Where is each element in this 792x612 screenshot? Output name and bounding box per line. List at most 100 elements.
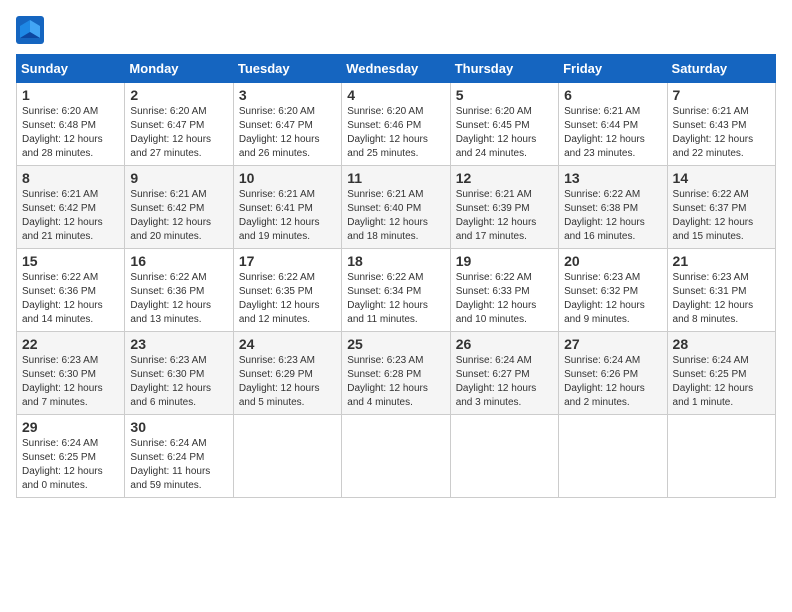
table-row: 26Sunrise: 6:24 AMSunset: 6:27 PMDayligh… (450, 332, 558, 415)
calendar-week-2: 8 Sunrise: 6:21 AMSunset: 6:42 PMDaylight… (17, 166, 776, 249)
table-row: 8 Sunrise: 6:21 AMSunset: 6:42 PMDaylight… (17, 166, 125, 249)
day-info: Sunrise: 6:20 AMSunset: 6:46 PMDaylight:… (347, 106, 428, 159)
table-row: 23 Sunrise: 6:23 AMSunset: 6:30 PMDayligh… (125, 332, 233, 415)
day-info: Sunrise: 6:20 AMSunset: 6:45 PMDaylight:… (456, 106, 537, 159)
table-row: 3 Sunrise: 6:20 AMSunset: 6:47 PMDaylight… (233, 83, 341, 166)
table-row: 17 Sunrise: 6:22 AMSunset: 6:35 PMDayligh… (233, 249, 341, 332)
col-sunday: Sunday (17, 55, 125, 83)
day-number: 4 (347, 87, 444, 103)
header-row: Sunday Monday Tuesday Wednesday Thursday… (17, 55, 776, 83)
day-info: Sunrise: 6:23 AMSunset: 6:28 PMDaylight:… (347, 355, 428, 408)
day-info: Sunrise: 6:21 AMSunset: 6:40 PMDaylight:… (347, 189, 428, 242)
day-number: 30 (130, 419, 227, 435)
table-row: 6Sunrise: 6:21 AMSunset: 6:44 PMDaylight… (559, 83, 667, 166)
table-row (233, 415, 341, 498)
day-number: 15 (22, 253, 119, 269)
table-row (342, 415, 450, 498)
col-tuesday: Tuesday (233, 55, 341, 83)
table-row: 22 Sunrise: 6:23 AMSunset: 6:30 PMDayligh… (17, 332, 125, 415)
day-number: 11 (347, 170, 444, 186)
day-number: 23 (130, 336, 227, 352)
col-friday: Friday (559, 55, 667, 83)
day-number: 14 (673, 170, 770, 186)
day-number: 10 (239, 170, 336, 186)
page-header (16, 16, 776, 44)
table-row: 21 Sunrise: 6:23 AMSunset: 6:31 PMDayligh… (667, 249, 775, 332)
day-number: 16 (130, 253, 227, 269)
day-info: Sunrise: 6:23 AMSunset: 6:31 PMDaylight:… (673, 272, 754, 325)
table-row (450, 415, 558, 498)
day-number: 29 (22, 419, 119, 435)
day-info: Sunrise: 6:21 AMSunset: 6:41 PMDaylight:… (239, 189, 320, 242)
col-thursday: Thursday (450, 55, 558, 83)
day-number: 13 (564, 170, 661, 186)
table-row (667, 415, 775, 498)
day-info: Sunrise: 6:22 AMSunset: 6:34 PMDaylight:… (347, 272, 428, 325)
day-info: Sunrise: 6:21 AMSunset: 6:44 PMDaylight:… (564, 106, 645, 159)
day-number: 27 (564, 336, 661, 352)
table-row: 20 Sunrise: 6:23 AMSunset: 6:32 PMDayligh… (559, 249, 667, 332)
table-row: 13 Sunrise: 6:22 AMSunset: 6:38 PMDayligh… (559, 166, 667, 249)
day-info: Sunrise: 6:22 AMSunset: 6:35 PMDaylight:… (239, 272, 320, 325)
table-row: 4 Sunrise: 6:20 AMSunset: 6:46 PMDaylight… (342, 83, 450, 166)
day-number: 20 (564, 253, 661, 269)
day-info: Sunrise: 6:24 AMSunset: 6:25 PMDaylight:… (22, 438, 103, 491)
table-row: 28 Sunrise: 6:24 AMSunset: 6:25 PMDayligh… (667, 332, 775, 415)
table-row: 12 Sunrise: 6:21 AMSunset: 6:39 PMDayligh… (450, 166, 558, 249)
table-row: 25 Sunrise: 6:23 AMSunset: 6:28 PMDayligh… (342, 332, 450, 415)
table-row: 10 Sunrise: 6:21 AMSunset: 6:41 PMDayligh… (233, 166, 341, 249)
table-row: 11 Sunrise: 6:21 AMSunset: 6:40 PMDayligh… (342, 166, 450, 249)
logo-icon (16, 16, 44, 44)
day-info: Sunrise: 6:24 AMSunset: 6:25 PMDaylight:… (673, 355, 754, 408)
day-number: 21 (673, 253, 770, 269)
day-info: Sunrise: 6:22 AMSunset: 6:33 PMDaylight:… (456, 272, 537, 325)
calendar-week-1: 1 Sunrise: 6:20 AMSunset: 6:48 PMDaylight… (17, 83, 776, 166)
day-info: Sunrise: 6:22 AMSunset: 6:36 PMDaylight:… (130, 272, 211, 325)
day-info: Sunrise: 6:24 AMSunset: 6:27 PMDaylight:… (456, 355, 537, 408)
day-number: 8 (22, 170, 119, 186)
day-number: 12 (456, 170, 553, 186)
day-info: Sunrise: 6:20 AMSunset: 6:47 PMDaylight:… (239, 106, 320, 159)
day-number: 28 (673, 336, 770, 352)
day-number: 9 (130, 170, 227, 186)
table-row: 29 Sunrise: 6:24 AMSunset: 6:25 PMDayligh… (17, 415, 125, 498)
day-number: 19 (456, 253, 553, 269)
day-info: Sunrise: 6:24 AMSunset: 6:26 PMDaylight:… (564, 355, 645, 408)
col-saturday: Saturday (667, 55, 775, 83)
table-row: 7Sunrise: 6:21 AMSunset: 6:43 PMDaylight… (667, 83, 775, 166)
day-info: Sunrise: 6:21 AMSunset: 6:39 PMDaylight:… (456, 189, 537, 242)
day-info: Sunrise: 6:21 AMSunset: 6:43 PMDaylight:… (673, 106, 754, 159)
day-info: Sunrise: 6:24 AMSunset: 6:24 PMDaylight:… (130, 438, 210, 491)
day-number: 5 (456, 87, 553, 103)
day-number: 2 (130, 87, 227, 103)
calendar-table: Sunday Monday Tuesday Wednesday Thursday… (16, 54, 776, 498)
day-number: 22 (22, 336, 119, 352)
day-info: Sunrise: 6:21 AMSunset: 6:42 PMDaylight:… (22, 189, 103, 242)
day-number: 24 (239, 336, 336, 352)
day-number: 1 (22, 87, 119, 103)
day-info: Sunrise: 6:23 AMSunset: 6:30 PMDaylight:… (22, 355, 103, 408)
day-info: Sunrise: 6:20 AMSunset: 6:47 PMDaylight:… (130, 106, 211, 159)
table-row: 1 Sunrise: 6:20 AMSunset: 6:48 PMDaylight… (17, 83, 125, 166)
calendar-week-3: 15 Sunrise: 6:22 AMSunset: 6:36 PMDayligh… (17, 249, 776, 332)
table-row: 16 Sunrise: 6:22 AMSunset: 6:36 PMDayligh… (125, 249, 233, 332)
table-row: 27 Sunrise: 6:24 AMSunset: 6:26 PMDayligh… (559, 332, 667, 415)
day-info: Sunrise: 6:22 AMSunset: 6:38 PMDaylight:… (564, 189, 645, 242)
day-info: Sunrise: 6:20 AMSunset: 6:48 PMDaylight:… (22, 106, 103, 159)
day-info: Sunrise: 6:23 AMSunset: 6:30 PMDaylight:… (130, 355, 211, 408)
day-info: Sunrise: 6:22 AMSunset: 6:36 PMDaylight:… (22, 272, 103, 325)
day-number: 3 (239, 87, 336, 103)
day-number: 17 (239, 253, 336, 269)
table-row: 19 Sunrise: 6:22 AMSunset: 6:33 PMDayligh… (450, 249, 558, 332)
table-row: 5 Sunrise: 6:20 AMSunset: 6:45 PMDaylight… (450, 83, 558, 166)
day-info: Sunrise: 6:23 AMSunset: 6:32 PMDaylight:… (564, 272, 645, 325)
table-row: 14Sunrise: 6:22 AMSunset: 6:37 PMDayligh… (667, 166, 775, 249)
calendar-week-5: 29 Sunrise: 6:24 AMSunset: 6:25 PMDayligh… (17, 415, 776, 498)
table-row: 18Sunrise: 6:22 AMSunset: 6:34 PMDayligh… (342, 249, 450, 332)
table-row: 2 Sunrise: 6:20 AMSunset: 6:47 PMDaylight… (125, 83, 233, 166)
table-row: 30 Sunrise: 6:24 AMSunset: 6:24 PMDayligh… (125, 415, 233, 498)
day-number: 25 (347, 336, 444, 352)
table-row: 24Sunrise: 6:23 AMSunset: 6:29 PMDayligh… (233, 332, 341, 415)
col-monday: Monday (125, 55, 233, 83)
col-wednesday: Wednesday (342, 55, 450, 83)
